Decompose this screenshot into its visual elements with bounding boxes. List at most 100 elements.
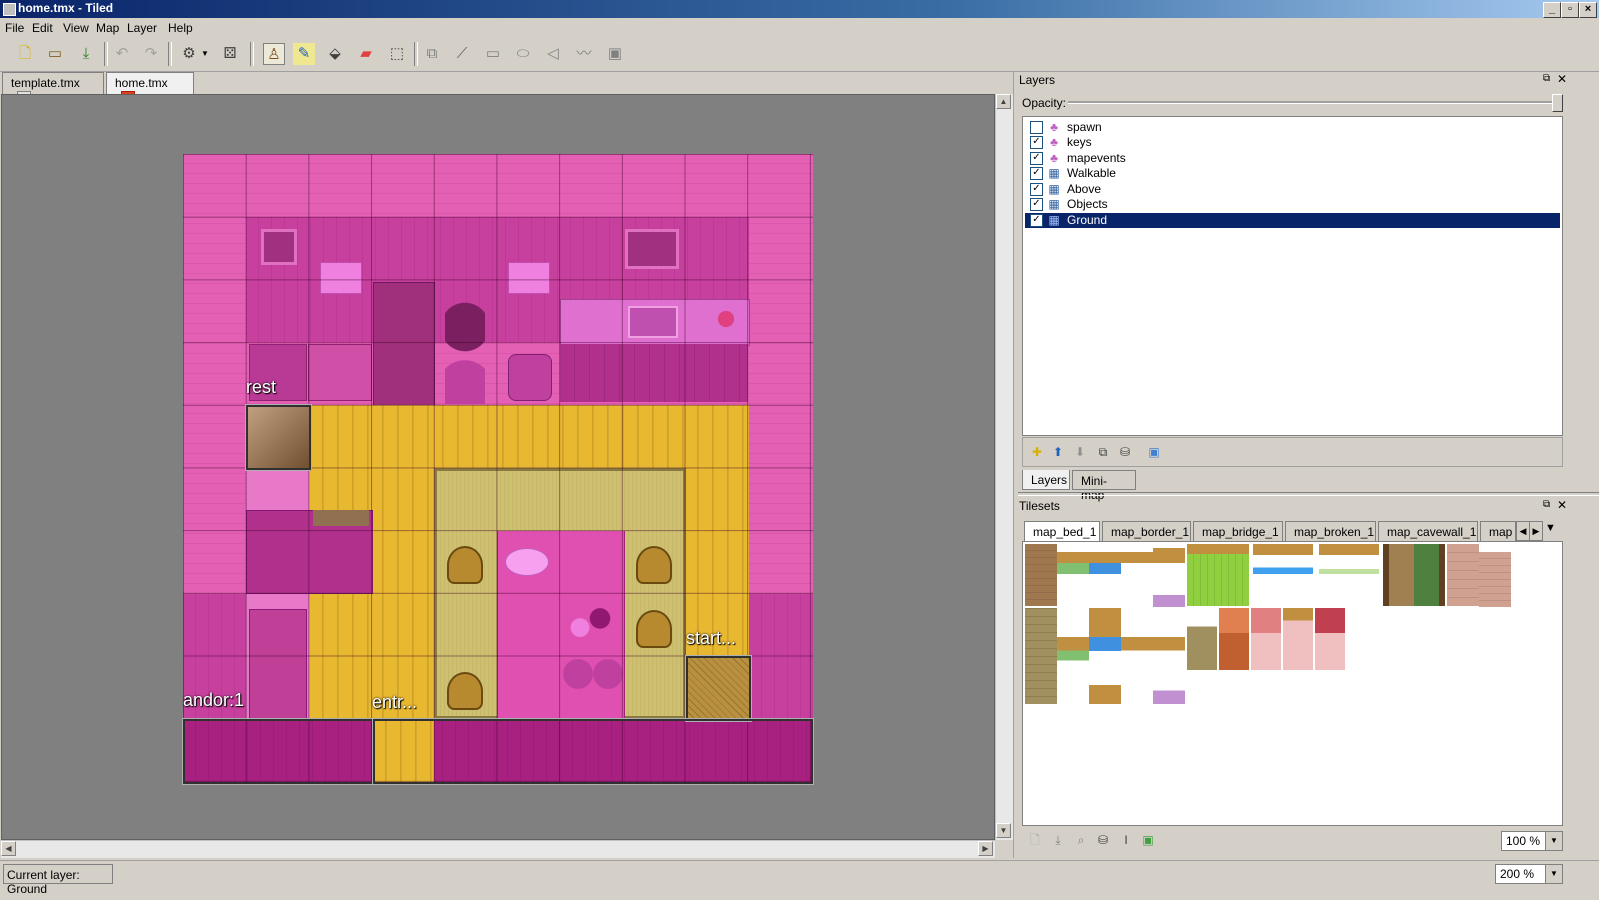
tile-wood[interactable] [1025, 544, 1057, 606]
tile-bed-double-blue[interactable] [1253, 544, 1313, 606]
tabs-scroll-right-icon[interactable]: ▶ [1529, 521, 1543, 541]
tileset-properties-icon[interactable]: I [1117, 831, 1135, 849]
start-object[interactable] [685, 655, 752, 722]
tileset-tab-bridge[interactable]: map_bridge_1 [1193, 521, 1283, 541]
open-folder-icon[interactable]: ▭ [44, 43, 66, 65]
menu-help[interactable]: Help [168, 21, 193, 35]
tile-bed-purple[interactable] [1153, 548, 1185, 607]
tile-bed-pink-2[interactable] [1283, 608, 1313, 670]
layer-row-spawn[interactable]: ♣ spawn [1025, 120, 1560, 135]
layer-row-above[interactable]: ✓ ▦ Above [1025, 182, 1560, 197]
tabs-menu-icon[interactable]: ▼ [1545, 522, 1556, 534]
tile-bed-red[interactable] [1315, 608, 1345, 670]
duplicate-layer-icon[interactable]: ⧉ [1094, 443, 1112, 461]
insert-tile-icon[interactable]: ▣ [604, 43, 626, 65]
layer-properties-icon[interactable]: ▣ [1145, 443, 1163, 461]
new-tileset-icon[interactable]: 🗋 [1026, 831, 1044, 849]
close-button[interactable]: × [1579, 2, 1597, 18]
layer-row-ground[interactable]: ✓ ▦ Ground [1025, 213, 1560, 228]
visibility-checkbox[interactable]: ✓ [1030, 198, 1043, 211]
stamp-brush-icon[interactable]: ♙ [263, 43, 285, 65]
tile-bed-green[interactable] [1057, 552, 1089, 607]
visibility-checkbox[interactable] [1030, 121, 1043, 134]
tileset-tab-cavewall[interactable]: map_cavewall_1 [1378, 521, 1478, 541]
eraser-icon[interactable]: ▰ [355, 43, 377, 65]
save-icon[interactable]: ⤓ [75, 43, 97, 65]
undo-icon[interactable]: ↶ [111, 43, 133, 65]
tileset-view[interactable] [1022, 541, 1563, 826]
commands-icon[interactable]: ⚙ [178, 43, 200, 65]
tile-bed-double-green[interactable] [1187, 544, 1249, 606]
delete-layer-icon[interactable]: ⛁ [1116, 443, 1134, 461]
tab-template[interactable]: template.tmx× [2, 72, 104, 105]
insert-ellipse-icon[interactable]: ⬭ [512, 43, 534, 65]
visibility-checkbox[interactable]: ✓ [1030, 214, 1043, 227]
tile-bed-blue-2[interactable] [1089, 608, 1121, 704]
commands-dropdown-icon[interactable]: ▼ [200, 43, 210, 65]
insert-rectangle-icon[interactable]: ▭ [482, 43, 504, 65]
scroll-right-icon[interactable]: ▶ [978, 841, 993, 856]
visibility-checkbox[interactable]: ✓ [1030, 183, 1043, 196]
layer-row-objects[interactable]: ✓ ▦ Objects [1025, 197, 1560, 212]
float-panel-icon[interactable]: ⧉ [1543, 73, 1550, 84]
opacity-slider-track[interactable] [1068, 101, 1560, 104]
tile-bed-double-white[interactable] [1319, 544, 1379, 606]
map-zoom-select[interactable]: 200 % ▼ [1495, 864, 1563, 884]
tab-mini-map[interactable]: Mini-map [1072, 470, 1136, 502]
tile-bed-green-2[interactable] [1057, 637, 1089, 704]
new-layer-icon[interactable]: ✚ [1028, 443, 1046, 461]
tile-bed-rumpled[interactable] [1187, 608, 1217, 670]
layer-row-walkable[interactable]: ✓ ▦ Walkable [1025, 166, 1560, 181]
visibility-checkbox[interactable]: ✓ [1030, 136, 1043, 149]
lower-layer-icon[interactable]: ⬇ [1071, 443, 1089, 461]
menu-view[interactable]: View [63, 21, 89, 35]
scroll-down-icon[interactable]: ▼ [996, 823, 1011, 838]
menu-edit[interactable]: Edit [32, 21, 53, 35]
tileset-tab-bed[interactable]: map_bed_1 [1024, 521, 1100, 541]
tile-bed-pink[interactable] [1251, 608, 1281, 670]
tileset-tab-more[interactable]: map [1480, 521, 1516, 541]
tile-bed-white[interactable] [1121, 552, 1153, 607]
rest-object[interactable] [245, 404, 312, 471]
tile-blanket[interactable] [1025, 608, 1057, 704]
andor-object[interactable] [182, 718, 374, 785]
chevron-down-icon[interactable]: ▼ [1545, 832, 1562, 850]
terrain-brush-icon[interactable]: ✎ [293, 43, 315, 65]
tile-bed-purple-2[interactable] [1153, 637, 1185, 704]
minimize-button[interactable]: _ [1543, 2, 1561, 18]
import-tileset-icon[interactable]: ⤓ [1049, 831, 1067, 849]
insert-polygon-icon[interactable]: ◁ [542, 43, 564, 65]
tab-layers[interactable]: Layers [1022, 470, 1070, 490]
tile-pillow-stack[interactable] [1479, 552, 1511, 607]
delete-tileset-icon[interactable]: ⛁ [1094, 831, 1112, 849]
tileset-zoom-select[interactable]: 100 % ▼ [1501, 831, 1563, 851]
menu-file[interactable]: File [5, 21, 24, 35]
visibility-checkbox[interactable]: ✓ [1030, 167, 1043, 180]
tab-home[interactable]: home.tmx× [106, 72, 194, 105]
tabs-scroll-left-icon[interactable]: ◀ [1516, 521, 1530, 541]
opacity-slider-handle[interactable] [1552, 94, 1563, 112]
tile-pillow[interactable] [1447, 544, 1479, 606]
random-dice-icon[interactable]: ⚄ [219, 43, 241, 65]
bucket-fill-icon[interactable]: ⬙ [324, 43, 346, 65]
select-objects-icon[interactable]: ⧉ [421, 43, 443, 65]
redo-icon[interactable]: ↷ [140, 43, 162, 65]
scroll-left-icon[interactable]: ◀ [1, 841, 16, 856]
float-panel-icon[interactable]: ⧉ [1543, 499, 1550, 510]
tile-map[interactable]: rest start... andor:1 entr... [182, 154, 814, 785]
edit-polygons-icon[interactable]: ⟋ [451, 43, 473, 65]
layer-row-keys[interactable]: ✓ ♣ keys [1025, 135, 1560, 150]
layer-row-mapevents[interactable]: ✓ ♣ mapevents [1025, 151, 1560, 166]
chevron-down-icon[interactable]: ▼ [1545, 865, 1562, 883]
tile-bed-white-2[interactable] [1121, 637, 1153, 704]
menu-layer[interactable]: Layer [127, 21, 157, 35]
insert-polyline-icon[interactable]: 〰 [573, 43, 595, 65]
tile-bed-blue[interactable] [1089, 552, 1121, 607]
panel-splitter[interactable] [1013, 72, 1019, 858]
menu-map[interactable]: Map [96, 21, 119, 35]
close-panel-icon[interactable]: ✕ [1557, 72, 1567, 86]
new-file-icon[interactable]: 🗋 [14, 43, 36, 65]
export-tileset-icon[interactable]: ⌕ [1072, 831, 1090, 849]
tileset-tab-border[interactable]: map_border_1 [1102, 521, 1191, 541]
tile-bed-wood[interactable] [1383, 544, 1445, 606]
